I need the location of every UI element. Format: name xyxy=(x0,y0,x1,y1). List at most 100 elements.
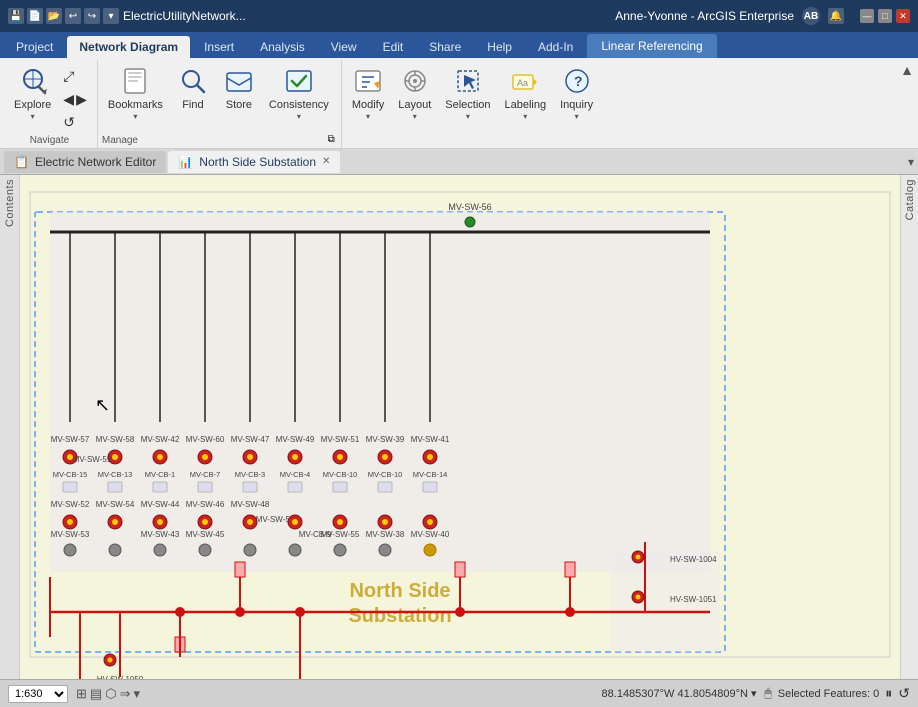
refresh-icon[interactable]: ↺ xyxy=(898,685,910,702)
store-label: Store xyxy=(226,99,252,112)
store-icon xyxy=(223,65,255,97)
svg-text:MV-CB-15: MV-CB-15 xyxy=(53,470,88,479)
expand-icon: ⤢ xyxy=(63,68,74,85)
selection-button[interactable]: Selection ▾ xyxy=(439,62,496,124)
doc-tabs-bar: 📋 Electric Network Editor 📊 North Side S… xyxy=(0,149,918,175)
tab-view[interactable]: View xyxy=(319,36,369,58)
electric-editor-label: Electric Network Editor xyxy=(35,155,156,169)
labeling-button[interactable]: Aa Labeling ▾ xyxy=(499,62,553,124)
tab-project[interactable]: Project xyxy=(4,36,65,58)
explore-icon xyxy=(17,65,49,97)
network-icon[interactable]: ⬡ xyxy=(105,686,116,702)
svg-text:Aa: Aa xyxy=(517,78,528,88)
svg-text:MV-SW-58: MV-SW-58 xyxy=(96,435,135,444)
store-button[interactable]: Store xyxy=(217,62,261,115)
tab-linear-referencing[interactable]: Linear Referencing xyxy=(587,34,716,58)
titlebar: 💾 📄 📂 ↩ ↪ ▾ ElectricUtilityNetwork... An… xyxy=(0,0,918,32)
coord-dropdown-icon[interactable]: ▾ xyxy=(751,688,757,700)
inquiry-icon: ? xyxy=(561,65,593,97)
bookmarks-button[interactable]: Bookmarks ▾ xyxy=(102,62,169,124)
selected-features-icon: 🖱 xyxy=(765,686,772,701)
labeling-icon: Aa xyxy=(509,65,541,97)
expand-icon[interactable]: ▾ xyxy=(133,686,140,702)
svg-text:HV-SW-1051: HV-SW-1051 xyxy=(670,595,717,604)
map-canvas[interactable]: MV-SW-56 MV-SW-57 MV-CB-15 MV-SW-52 MV-S… xyxy=(20,175,900,679)
coordinates-display: 88.1485307°W 41.8054809°N ▾ xyxy=(602,687,757,700)
nav-back-button[interactable]: ◀ ▶ xyxy=(59,89,91,110)
svg-text:MV-CB-10: MV-CB-10 xyxy=(323,470,358,479)
open-icon[interactable]: 📂 xyxy=(46,8,62,24)
grid-icon[interactable]: ⊞ xyxy=(76,686,87,702)
svg-text:MV-SW-56: MV-SW-56 xyxy=(448,202,491,212)
user-avatar[interactable]: AB xyxy=(802,7,820,25)
undo-icon[interactable]: ↩ xyxy=(65,8,81,24)
tab-network-diagram[interactable]: Network Diagram xyxy=(67,36,190,58)
layout-icon xyxy=(399,65,431,97)
find-button[interactable]: Find xyxy=(171,62,215,115)
ribbon: Explore ▾ ⤢ ◀ ▶ ↺ Navigate xyxy=(0,58,918,149)
close-button[interactable]: ✕ xyxy=(896,9,910,23)
notification-icon[interactable]: 🔔 xyxy=(828,8,844,24)
tab-edit[interactable]: Edit xyxy=(371,36,416,58)
tab-north-substation[interactable]: 📊 North Side Substation ✕ xyxy=(168,151,340,173)
tab-electric-editor[interactable]: 📋 Electric Network Editor xyxy=(4,151,166,173)
svg-text:?: ? xyxy=(574,73,583,89)
redo-icon[interactable]: ↪ xyxy=(84,8,100,24)
layout-button[interactable]: Layout ▾ xyxy=(392,62,437,124)
ribbon-group-manage: Bookmarks ▾ Find xyxy=(98,60,342,148)
navigate-label: Navigate xyxy=(30,135,69,146)
titlebar-right: Anne-Yvonne - ArcGIS Enterprise AB 🔔 — □… xyxy=(615,7,910,25)
svg-text:North Side: North Side xyxy=(349,580,450,602)
selection-icon xyxy=(452,65,484,97)
nav-extra-button[interactable]: ↺ xyxy=(59,112,91,133)
manage-content: Bookmarks ▾ Find xyxy=(102,62,335,133)
tab-addin[interactable]: Add-In xyxy=(526,36,585,58)
more-icon[interactable]: ▾ xyxy=(103,8,119,24)
tab-analysis[interactable]: Analysis xyxy=(248,36,317,58)
explore-button[interactable]: Explore ▾ xyxy=(8,62,57,124)
consistency-icon xyxy=(283,65,315,97)
zoom-control[interactable]: 1:630 1:1000 1:500 xyxy=(8,685,68,703)
new-icon[interactable]: 📄 xyxy=(27,8,43,24)
refresh-icon: ↺ xyxy=(63,114,75,131)
consistency-button[interactable]: Consistency ▾ xyxy=(263,62,335,124)
close-tab-icon[interactable]: ✕ xyxy=(322,156,330,167)
minimize-button[interactable]: — xyxy=(860,9,874,23)
nav-expand-button[interactable]: ⤢ xyxy=(59,66,91,87)
tab-help[interactable]: Help xyxy=(475,36,524,58)
svg-text:MV-SW-57: MV-SW-57 xyxy=(51,435,90,444)
user-label: Anne-Yvonne - ArcGIS Enterprise xyxy=(615,9,794,23)
svg-text:MV-SW-51: MV-SW-51 xyxy=(321,435,360,444)
pause-icon[interactable]: ⏸ xyxy=(885,685,892,702)
svg-text:MV-SW-52: MV-SW-52 xyxy=(51,500,90,509)
selected-features-text: Selected Features: 0 xyxy=(778,688,880,700)
svg-text:MV-SW-46: MV-SW-46 xyxy=(186,500,225,509)
zoom-select[interactable]: 1:630 1:1000 1:500 xyxy=(8,685,68,703)
modify-button[interactable]: Modify ▾ xyxy=(346,62,390,124)
explore-label: Explore xyxy=(14,99,51,112)
app-title: ElectricUtilityNetwork... xyxy=(123,9,246,23)
forward-icon: ▶ xyxy=(76,91,87,108)
selection-label: Selection xyxy=(445,99,490,112)
tab-insert[interactable]: Insert xyxy=(192,36,246,58)
svg-text:Substation: Substation xyxy=(348,605,451,627)
modify-icon xyxy=(352,65,384,97)
save-icon[interactable]: 💾 xyxy=(8,8,24,24)
svg-text:MV-SW-42: MV-SW-42 xyxy=(141,435,180,444)
modify-label: Modify xyxy=(352,99,384,112)
maximize-button[interactable]: □ xyxy=(878,9,892,23)
svg-text:MV-CB-14: MV-CB-14 xyxy=(413,470,448,479)
inquiry-button[interactable]: ? Inquiry ▾ xyxy=(554,62,599,124)
svg-text:MV-CB-7: MV-CB-7 xyxy=(190,470,220,479)
tabs-overflow-button[interactable]: ▾ xyxy=(908,155,914,169)
table-icon[interactable]: ▤ xyxy=(90,686,102,702)
catalog-label: Catalog xyxy=(904,179,916,220)
arrow-icon[interactable]: ⇒ xyxy=(120,686,131,702)
north-substation-icon: 📊 xyxy=(178,155,193,169)
electric-editor-icon: 📋 xyxy=(14,155,29,169)
bookmarks-label: Bookmarks xyxy=(108,99,163,112)
ribbon-collapse-button[interactable]: ▲ xyxy=(900,62,914,78)
manage-expand-icon[interactable]: ⧉ xyxy=(328,134,335,145)
tab-share[interactable]: Share xyxy=(417,36,473,58)
tools-content: Modify ▾ Layout ▾ xyxy=(346,62,599,144)
